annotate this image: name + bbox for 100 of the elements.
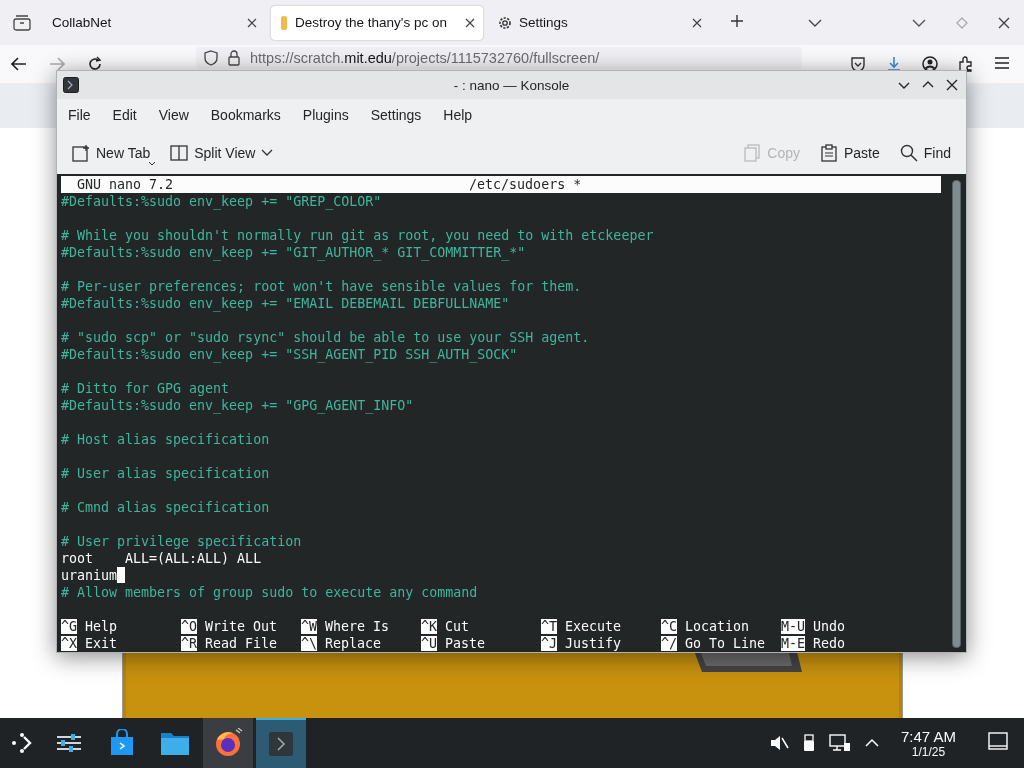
search-icon xyxy=(899,143,918,162)
back-icon xyxy=(11,57,27,71)
menu-item[interactable]: Edit xyxy=(103,107,146,123)
comment-line: # User alias specification xyxy=(61,466,270,481)
clipboard-icon xyxy=(819,143,838,162)
lock-icon xyxy=(228,50,240,66)
shortcut-label: Replace xyxy=(325,636,382,651)
maximize-icon xyxy=(956,16,968,29)
shortcut-label: Write Out xyxy=(205,619,278,634)
minimize-icon xyxy=(912,17,926,28)
terminal-icon xyxy=(63,77,79,93)
terminal-icon xyxy=(268,731,294,757)
shortcut-key: ^/ xyxy=(661,636,677,651)
browser-tab[interactable]: CollabNet xyxy=(44,5,265,40)
menu-item[interactable]: Help xyxy=(434,107,482,123)
shortcut-key: ^T xyxy=(541,619,557,634)
chevron-down-icon xyxy=(808,17,822,28)
toolbar-button[interactable]: Split View xyxy=(163,139,281,166)
tab-list-icon xyxy=(13,14,31,31)
menu-icon xyxy=(994,56,1010,70)
split-view-icon xyxy=(170,143,189,162)
shortcut-key: ^K xyxy=(421,619,437,634)
shortcut-key: ^\ xyxy=(301,636,317,651)
comment-line: # Cmnd alias specification xyxy=(61,500,270,515)
browser-tab[interactable]: Destroy the thany's pc on xyxy=(271,5,483,40)
code-line: root ALL=(ALL:ALL) ALL xyxy=(61,551,262,566)
editor-version: GNU nano 7.2 xyxy=(77,176,174,193)
shortcut-key: ^C xyxy=(661,619,677,634)
comment-line: # Per-user preferences; root won't have sensible values for them. xyxy=(61,279,582,294)
comment-line: # User privilege specification xyxy=(61,534,302,549)
menu-item[interactable]: Settings xyxy=(361,107,431,123)
comment-line: #Defaults:%sudo env_keep += "SSH_AGENT_PID SSH_AUTH_SOCK" xyxy=(61,347,518,362)
comment-line: #Defaults:%sudo env_keep += "GIT_AUTHOR_* GIT_COMMITTER_*" xyxy=(61,245,526,260)
pocket-icon xyxy=(850,56,866,72)
new-tab-icon xyxy=(72,143,90,162)
show-desktop-icon xyxy=(988,732,1008,750)
clock-time[interactable]: 7:47 AM xyxy=(900,727,956,745)
shortcut-key: ^O xyxy=(181,619,197,634)
puzzle-icon xyxy=(958,56,974,72)
launcher-icon xyxy=(10,731,34,755)
terminal[interactable] xyxy=(57,174,966,652)
shield-icon xyxy=(204,50,218,66)
shortcut-label: Exit xyxy=(85,636,118,651)
network-icon xyxy=(828,734,851,752)
muted-speaker-icon xyxy=(768,734,789,752)
url-field[interactable]: https://scratch.mit.edu/projects/1115732760/fullscreen/ xyxy=(196,47,802,69)
file-name: /etc/sudoers * xyxy=(469,176,582,193)
caret-up-icon xyxy=(864,738,879,748)
close-icon xyxy=(946,79,958,91)
fox-globe-icon xyxy=(213,728,243,758)
clock-date[interactable]: 1/1/25 xyxy=(911,744,946,759)
download-icon xyxy=(886,56,902,72)
comment-line: # Host alias specification xyxy=(61,432,270,447)
account-icon xyxy=(922,56,938,72)
menu-item[interactable]: View xyxy=(149,107,198,123)
window-title: - : nano — Konsole xyxy=(453,77,570,93)
close-icon xyxy=(998,16,1010,29)
shortcut-label: Where Is xyxy=(325,619,390,634)
comment-line: # "sudo scp" or "sudo rsync" should be able to use your SSH agent. xyxy=(61,330,590,345)
usb-icon xyxy=(802,734,815,752)
shortcut-label: Location xyxy=(685,619,750,634)
tab-icon xyxy=(279,14,289,31)
url-text: https://scratch.mit.edu/projects/1115732760/fullscreen/ xyxy=(250,50,600,66)
toolbar-button[interactable]: Find xyxy=(892,139,958,166)
caret-icon xyxy=(149,161,156,166)
shortcut-key: ^W xyxy=(301,619,317,634)
chevron-down-icon xyxy=(261,148,274,157)
shortcut-key: M-E xyxy=(781,636,806,651)
taskbar-app[interactable] xyxy=(203,718,253,768)
toolbar-button[interactable]: New Tab xyxy=(65,139,158,166)
shortcut-key: ^G xyxy=(61,619,77,634)
comment-line: #Defaults:%sudo env_keep += "EMAIL DEBEMAIL DEBFULLNAME" xyxy=(61,296,510,311)
shortcut-label: Undo xyxy=(813,619,846,634)
shortcut-label: Paste xyxy=(445,636,486,651)
shortcut-key: ^R xyxy=(181,636,197,651)
comment-line: # Ditto for GPG agent xyxy=(61,381,230,396)
plus-icon xyxy=(730,13,744,28)
menu-item[interactable]: File xyxy=(59,107,100,123)
shortcut-label: Help xyxy=(85,619,118,634)
taskbar-app[interactable] xyxy=(256,718,306,768)
scrollbar[interactable] xyxy=(952,180,961,648)
code-line: uranium xyxy=(61,568,118,583)
comment-line: #Defaults:%sudo env_keep += "GPG_AGENT_INFO" xyxy=(61,398,414,413)
toolbar-button[interactable]: Paste xyxy=(812,139,887,166)
folder-icon xyxy=(160,730,190,756)
menu-item[interactable]: Plugins xyxy=(293,107,358,123)
comment-line: # Allow members of group sudo to execute any command xyxy=(61,585,478,600)
shortcut-label: Go To Line xyxy=(685,636,766,651)
shortcut-key: M-U xyxy=(781,619,806,634)
shortcut-key: ^U xyxy=(421,636,437,651)
gear-icon xyxy=(497,14,513,31)
reload-icon xyxy=(87,56,103,72)
menu-item[interactable]: Bookmarks xyxy=(201,107,290,123)
browser-tab[interactable]: Settings xyxy=(489,5,710,40)
copy-icon xyxy=(743,143,762,162)
comment-line: #Defaults:%sudo env_keep += "GREP_COLOR" xyxy=(61,194,382,209)
shortcut-key: ^X xyxy=(61,636,77,651)
shortcut-label: Cut xyxy=(445,619,470,634)
shortcut-label: Redo xyxy=(813,636,846,651)
shopping-bag-icon xyxy=(109,729,135,757)
